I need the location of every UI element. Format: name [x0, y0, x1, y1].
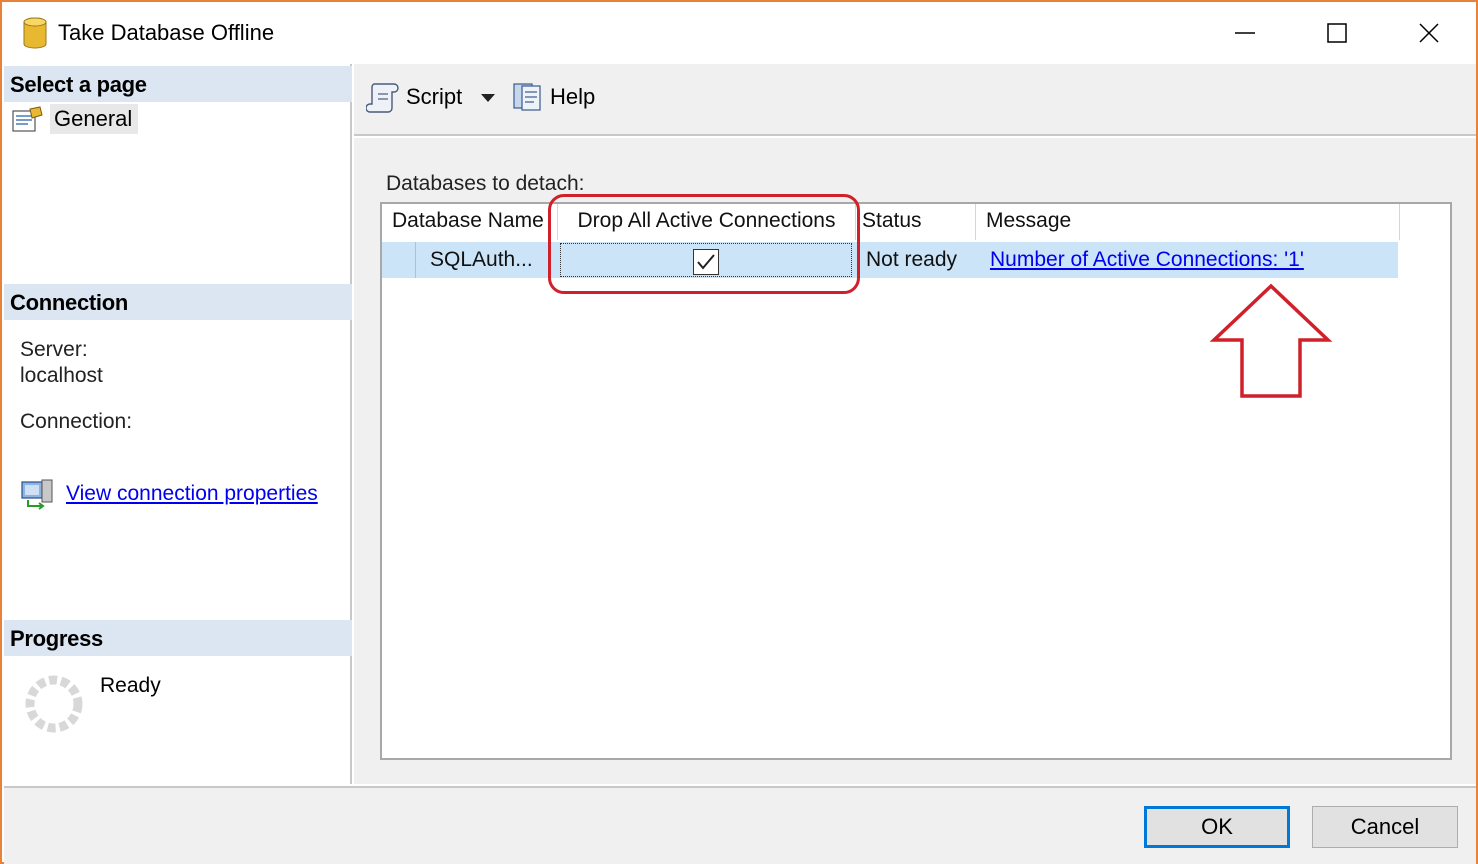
- window-title: Take Database Offline: [58, 20, 275, 45]
- maximize-button[interactable]: [1314, 10, 1360, 56]
- cancel-button[interactable]: Cancel: [1312, 806, 1458, 848]
- connection-properties-icon: [21, 479, 53, 510]
- page-item-general[interactable]: General: [10, 104, 139, 134]
- server-value: localhost: [20, 364, 103, 387]
- cell-status: Not ready: [866, 248, 958, 271]
- column-header-message[interactable]: Message: [976, 204, 1400, 240]
- help-label: Help: [550, 84, 596, 109]
- cell-database-name: SQLAuth...: [430, 248, 533, 271]
- dialog-window: Take Database Offline Select a page Gene…: [0, 0, 1478, 864]
- script-icon: [366, 83, 399, 113]
- active-connections-link[interactable]: Number of Active Connections: '1': [990, 248, 1304, 271]
- script-label: Script: [406, 84, 463, 109]
- minimize-icon: [1235, 32, 1255, 34]
- title-bar: Take Database Offline: [2, 2, 1476, 64]
- left-panel: Select a page General Connection Server:…: [4, 64, 352, 784]
- close-icon: [1419, 23, 1439, 43]
- table-row[interactable]: SQLAuth... Not ready Number of Active Co…: [382, 242, 1398, 278]
- cell-message: Number of Active Connections: '1': [990, 242, 1390, 278]
- toolbar: Script Help: [354, 64, 1476, 136]
- grid-caption: Databases to detach:: [386, 172, 585, 195]
- general-page-icon: [12, 106, 43, 132]
- database-icon: [23, 17, 47, 49]
- script-dropdown-arrow-icon[interactable]: [478, 90, 498, 106]
- server-label: Server:: [20, 338, 88, 361]
- annotation-arrow-icon: [1209, 283, 1333, 398]
- main-content: Databases to detach: Database Name Drop …: [354, 138, 1476, 784]
- column-header-status[interactable]: Status: [856, 204, 976, 240]
- maximize-icon: [1327, 23, 1347, 43]
- minimize-button[interactable]: [1222, 10, 1268, 56]
- select-page-header: Select a page: [4, 66, 352, 102]
- annotation-highlight-box: [548, 194, 860, 294]
- connection-header: Connection: [4, 284, 352, 320]
- script-button[interactable]: Script: [366, 80, 462, 114]
- dialog-footer: OK Cancel: [4, 786, 1476, 864]
- row-selector[interactable]: [382, 242, 416, 278]
- column-header-database-name[interactable]: Database Name: [382, 204, 558, 240]
- progress-header: Progress: [4, 620, 352, 656]
- ok-button[interactable]: OK: [1144, 806, 1290, 848]
- progress-spinner-icon: [25, 675, 83, 733]
- help-button[interactable]: Help: [510, 80, 595, 114]
- page-item-label: General: [50, 104, 139, 134]
- grid-header: Database Name Drop All Active Connection…: [382, 204, 1400, 240]
- connection-label: Connection:: [20, 410, 133, 433]
- view-connection-link[interactable]: View connection properties: [66, 482, 318, 506]
- help-icon: [513, 83, 541, 111]
- close-button[interactable]: [1406, 10, 1452, 56]
- progress-status: Ready: [100, 674, 161, 697]
- view-connection-properties: View connection properties: [20, 478, 318, 510]
